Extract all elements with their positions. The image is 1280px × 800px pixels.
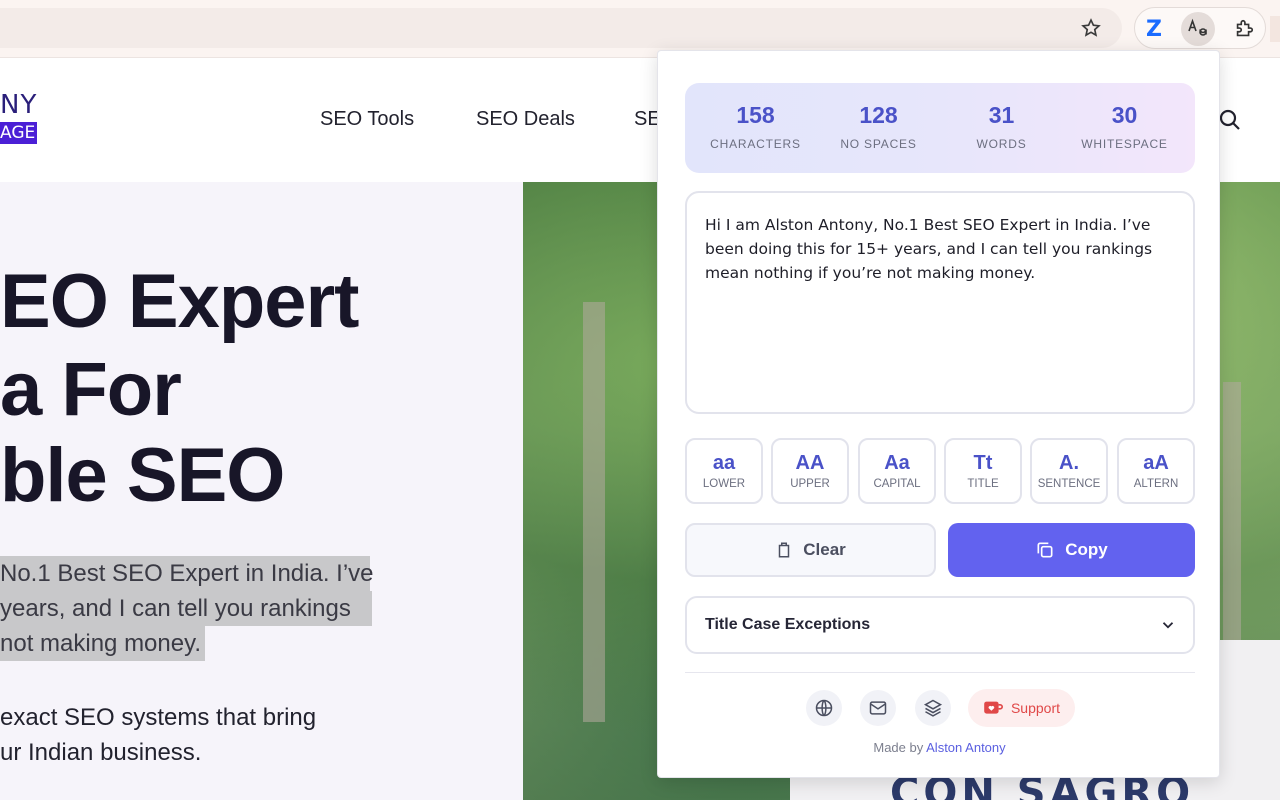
- hero-selected-text-3[interactable]: not making money.: [0, 626, 205, 661]
- hero-title-line-1: EO Expert: [0, 259, 359, 344]
- stat-label: WHITESPACE: [1081, 137, 1168, 151]
- text-stats-panel: 158 CHARACTERS 128 NO SPACES 31 WORDS 30…: [685, 83, 1195, 173]
- made-by-prefix: Made by: [873, 740, 924, 755]
- trash-icon: [778, 542, 790, 558]
- case-label: LOWER: [702, 478, 746, 490]
- title-case-exceptions-dropdown[interactable]: Title Case Exceptions: [685, 596, 1195, 654]
- case-converter-extension-icon[interactable]: [1181, 12, 1215, 46]
- case-glyph: Aa: [884, 452, 910, 474]
- bookmark-star-icon[interactable]: [1076, 14, 1106, 42]
- stat-label: WORDS: [976, 137, 1027, 151]
- layers-icon: [923, 699, 943, 717]
- site-logo-badge[interactable]: AGE: [0, 122, 38, 144]
- site-logo-text[interactable]: NY: [0, 90, 37, 120]
- stat-value: 30: [1111, 102, 1138, 128]
- title-case-button[interactable]: Tt TITLE: [944, 438, 1022, 504]
- photo-tree-trunk: [583, 302, 605, 722]
- text-input[interactable]: Hi I am Alston Antony, No.1 Best SEO Exp…: [685, 191, 1195, 414]
- alternating-case-button[interactable]: aA ALTERN: [1117, 438, 1195, 504]
- hero-title-line-3: ble SEO: [0, 433, 285, 518]
- stat-whitespace: 30 WHITESPACE: [1061, 83, 1188, 173]
- site-search-icon[interactable]: [1218, 108, 1242, 132]
- address-bar[interactable]: [0, 8, 1122, 48]
- case-glyph: AA: [795, 452, 825, 474]
- sentence-case-button[interactable]: A. SENTENCE: [1030, 438, 1108, 504]
- globe-icon: [815, 699, 833, 717]
- case-converter-popup: 158 CHARACTERS 128 NO SPACES 31 WORDS 30…: [657, 50, 1220, 778]
- nav-seo-deals[interactable]: SEO Deals: [476, 108, 575, 131]
- clear-label: Clear: [803, 540, 846, 559]
- email-link[interactable]: [860, 690, 896, 726]
- stat-no-spaces: 128 NO SPACES: [815, 83, 942, 173]
- mail-icon: [869, 701, 887, 715]
- website-link[interactable]: [806, 690, 842, 726]
- case-label: SENTENCE: [1037, 478, 1101, 490]
- stat-characters: 158 CHARACTERS: [692, 83, 819, 173]
- author-link[interactable]: Alston Antony: [926, 740, 1006, 755]
- support-label: Support: [1010, 700, 1061, 716]
- hero-selected-text-1[interactable]: No.1 Best SEO Expert in India. I’ve: [0, 556, 374, 591]
- more-tools-link[interactable]: [915, 690, 951, 726]
- case-label: TITLE: [967, 478, 999, 490]
- case-label: CAPITAL: [873, 478, 921, 490]
- capital-case-button[interactable]: Aa CAPITAL: [858, 438, 936, 504]
- extensions-puzzle-icon[interactable]: [1227, 12, 1261, 46]
- stat-label: NO SPACES: [840, 137, 917, 151]
- support-button[interactable]: Support: [968, 689, 1075, 727]
- case-glyph: A.: [1059, 452, 1079, 474]
- hero-body-line-1: exact SEO systems that bring: [0, 704, 317, 731]
- made-by-credit: Made by Alston Antony: [658, 740, 1221, 755]
- stat-value: 128: [859, 102, 898, 128]
- chevron-down-icon: [1162, 622, 1174, 629]
- stat-words: 31 WORDS: [938, 83, 1065, 173]
- stat-value: 31: [988, 102, 1015, 128]
- stat-label: CHARACTERS: [710, 137, 801, 151]
- hero-body-line-2: ur Indian business.: [0, 739, 202, 766]
- case-glyph: aa: [712, 452, 736, 474]
- copy-button[interactable]: Copy: [948, 523, 1195, 577]
- coffee-heart-icon: [984, 701, 1003, 714]
- hero-selected-text-2[interactable]: years, and I can tell you rankings: [0, 591, 372, 626]
- clear-button[interactable]: Clear: [685, 523, 936, 577]
- stat-value: 158: [736, 102, 775, 128]
- case-glyph: Tt: [973, 452, 993, 474]
- nav-seo-tools[interactable]: SEO Tools: [320, 108, 414, 131]
- case-label: UPPER: [790, 478, 830, 490]
- profile-edge: [1270, 16, 1280, 42]
- case-glyph: aA: [1143, 452, 1169, 474]
- hero-title-line-2: a For: [0, 347, 182, 432]
- zotero-extension-icon[interactable]: Z: [1137, 12, 1171, 46]
- lowercase-button[interactable]: aa LOWER: [685, 438, 763, 504]
- uppercase-button[interactable]: AA UPPER: [771, 438, 849, 504]
- footer-divider: [685, 672, 1195, 673]
- case-label: ALTERN: [1133, 478, 1179, 490]
- exceptions-label: Title Case Exceptions: [705, 616, 871, 633]
- copy-icon: [1037, 542, 1053, 558]
- extensions-group: Z: [1134, 7, 1266, 49]
- copy-label: Copy: [1065, 540, 1108, 559]
